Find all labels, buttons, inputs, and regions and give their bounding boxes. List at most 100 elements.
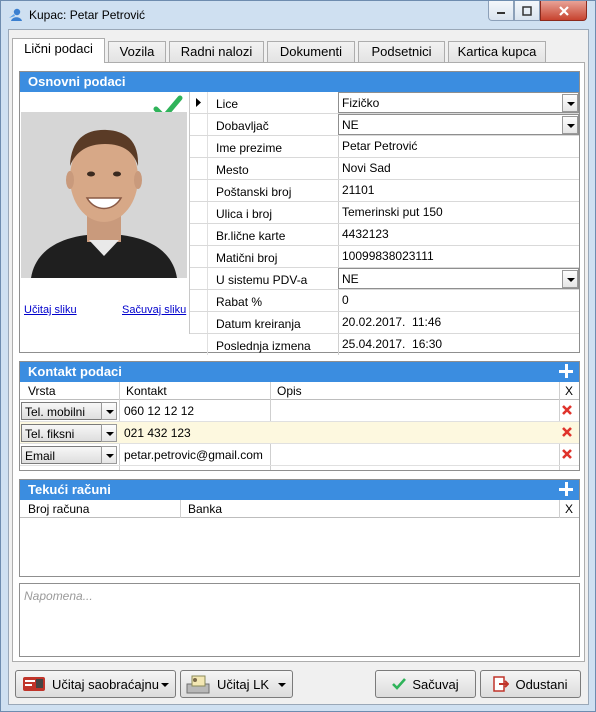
note-textarea[interactable]: Napomena...: [19, 583, 580, 657]
contact-type-select[interactable]: Tel. mobilni: [21, 402, 117, 420]
city-field[interactable]: Novi Sad: [338, 158, 579, 179]
field-row-datum-kreiranja: Datum kreiranja 20.02.2017. 11:46: [190, 312, 579, 334]
tab-radni-nalozi[interactable]: Radni nalozi: [169, 41, 264, 62]
field-row-ime-prezime: Ime prezime Petar Petrović: [190, 136, 579, 158]
supplier-select[interactable]: NE: [338, 114, 579, 135]
field-row-dobavljac: Dobavljač NE: [190, 114, 579, 136]
tab-strip: Lični podaci Vozila Radni nalozi Dokumen…: [12, 38, 588, 63]
column-header: X: [565, 384, 574, 398]
delete-icon[interactable]: [561, 426, 573, 438]
save-photo-link[interactable]: Sačuvaj sliku: [122, 304, 186, 316]
tab-dokumenti[interactable]: Dokumenti: [267, 41, 355, 62]
chevron-down-icon[interactable]: [562, 116, 578, 134]
contacts-table-header: Vrsta Kontakt Opis X: [20, 382, 579, 400]
save-button[interactable]: Sačuvaj: [375, 670, 476, 698]
field-label: Ulica i broj: [216, 207, 273, 221]
delete-icon[interactable]: [561, 404, 573, 416]
tab-kartica-kupca[interactable]: Kartica kupca: [448, 41, 546, 62]
column-header: Vrsta: [28, 384, 56, 398]
accounts-header: Tekući računi: [20, 480, 579, 500]
contact-value[interactable]: 060 12 12 12: [124, 404, 194, 418]
modified-date-field: 25.04.2017. 16:30: [338, 334, 579, 355]
accounts-panel: Tekući računi Broj računa Banka X: [19, 479, 580, 577]
tab-licni-podaci[interactable]: Lični podaci: [12, 38, 105, 63]
customer-photo[interactable]: [21, 112, 187, 278]
table-row[interactable]: Email petar.petrovic@gmail.com: [20, 444, 579, 466]
chevron-down-icon[interactable]: [562, 270, 578, 288]
contact-type-select[interactable]: Email: [21, 446, 117, 464]
field-label: Datum kreiranja: [216, 317, 301, 331]
window: Kupac: Petar Petrović Lični podaci Vozil…: [0, 0, 596, 712]
load-id-button[interactable]: Učitaj LK: [180, 670, 293, 698]
load-photo-link[interactable]: Učitaj sliku: [24, 304, 77, 316]
contacts-panel: Kontakt podaci Vrsta Kontakt Opis X Tel.…: [19, 361, 580, 471]
row-indicator: [190, 92, 208, 113]
column-header: X: [565, 502, 574, 516]
street-field[interactable]: Temerinski put 150: [338, 202, 579, 223]
field-row-mesto: Mesto Novi Sad: [190, 158, 579, 180]
add-account-icon[interactable]: [559, 482, 573, 496]
field-row-br-licne-karte: Br.lične karte 4432123: [190, 224, 579, 246]
minimize-icon: [497, 11, 505, 14]
discount-field[interactable]: 0: [338, 290, 579, 311]
field-row-rabat: Rabat % 0: [190, 290, 579, 312]
car-document-icon: [23, 677, 45, 691]
column-header: Banka: [188, 502, 223, 516]
chevron-down-icon[interactable]: [161, 683, 169, 687]
id-card-reader-icon: [186, 675, 210, 694]
title-bar[interactable]: Kupac: Petar Petrović: [1, 1, 595, 29]
tab-vozila[interactable]: Vozila: [108, 41, 166, 62]
table-row[interactable]: Tel. mobilni 060 12 12 12: [20, 400, 579, 422]
field-row-postanski-broj: Poštanski broj 21101: [190, 180, 579, 202]
field-label: U sistemu PDV-a: [216, 273, 308, 287]
field-row-poslednja-izmena: Poslednja izmena 25.04.2017. 16:30: [190, 334, 579, 356]
client-area: Lični podaci Vozila Radni nalozi Dokumen…: [8, 29, 589, 705]
chevron-down-icon[interactable]: [101, 424, 117, 442]
basic-data-header: Osnovni podaci: [20, 72, 579, 92]
id-card-field[interactable]: 4432123: [338, 224, 579, 245]
column-header: Kontakt: [126, 384, 167, 398]
maximize-icon: [522, 5, 532, 16]
contact-value[interactable]: 021 432 123: [124, 426, 191, 440]
chevron-down-icon[interactable]: [562, 94, 578, 112]
field-label: Br.lične karte: [216, 229, 286, 243]
postal-code-field[interactable]: 21101: [338, 180, 579, 201]
table-row[interactable]: Tel. fiksni 021 432 123: [20, 422, 579, 444]
delete-icon[interactable]: [561, 448, 573, 460]
field-row-lice: Lice Fizičko: [190, 92, 579, 114]
field-label: Lice: [216, 97, 239, 111]
add-contact-icon[interactable]: [559, 364, 573, 378]
column-header: Broj računa: [28, 502, 90, 516]
tab-podsetnici[interactable]: Podsetnici: [358, 41, 445, 62]
field-label: Dobavljač: [216, 119, 269, 133]
close-icon: [558, 5, 569, 16]
full-name-field[interactable]: Petar Petrović: [338, 136, 579, 157]
cancel-button[interactable]: Odustani: [480, 670, 581, 698]
field-label: Mesto: [216, 163, 249, 177]
vat-select[interactable]: NE: [338, 268, 579, 289]
field-row-maticni-broj: Matični broj 10099838023111: [190, 246, 579, 268]
chevron-down-icon[interactable]: [101, 402, 117, 420]
contacts-title: Kontakt podaci: [28, 364, 122, 379]
field-label: Poslednja izmena: [216, 339, 311, 353]
chevron-down-icon[interactable]: [101, 446, 117, 464]
chevron-down-icon[interactable]: [278, 683, 286, 687]
tab-page-licni-podaci: Osnovni podaci Učitaj sliku Sačuvaj slik…: [12, 62, 585, 662]
created-date-field: 20.02.2017. 11:46: [338, 312, 579, 333]
checkmark-icon: [392, 678, 407, 690]
field-row-ulica-i-broj: Ulica i broj Temerinski put 150: [190, 202, 579, 224]
personal-number-field[interactable]: 10099838023111: [338, 246, 579, 267]
photo-area: Učitaj sliku Sačuvaj sliku: [20, 92, 190, 334]
minimize-button[interactable]: [488, 1, 514, 21]
contact-value[interactable]: petar.petrovic@gmail.com: [124, 448, 263, 462]
accounts-title: Tekući računi: [28, 482, 111, 497]
exit-icon: [493, 676, 510, 692]
contact-type-select[interactable]: Tel. fiksni: [21, 424, 117, 442]
accounts-table-header: Broj računa Banka X: [20, 500, 579, 518]
load-registration-button[interactable]: Učitaj saobraćajnu: [15, 670, 176, 698]
user-icon: [9, 8, 22, 21]
maximize-button[interactable]: [514, 1, 540, 21]
field-row-pdv: U sistemu PDV-a NE: [190, 268, 579, 290]
person-type-select[interactable]: Fizičko: [338, 92, 579, 113]
close-button[interactable]: [540, 1, 587, 21]
